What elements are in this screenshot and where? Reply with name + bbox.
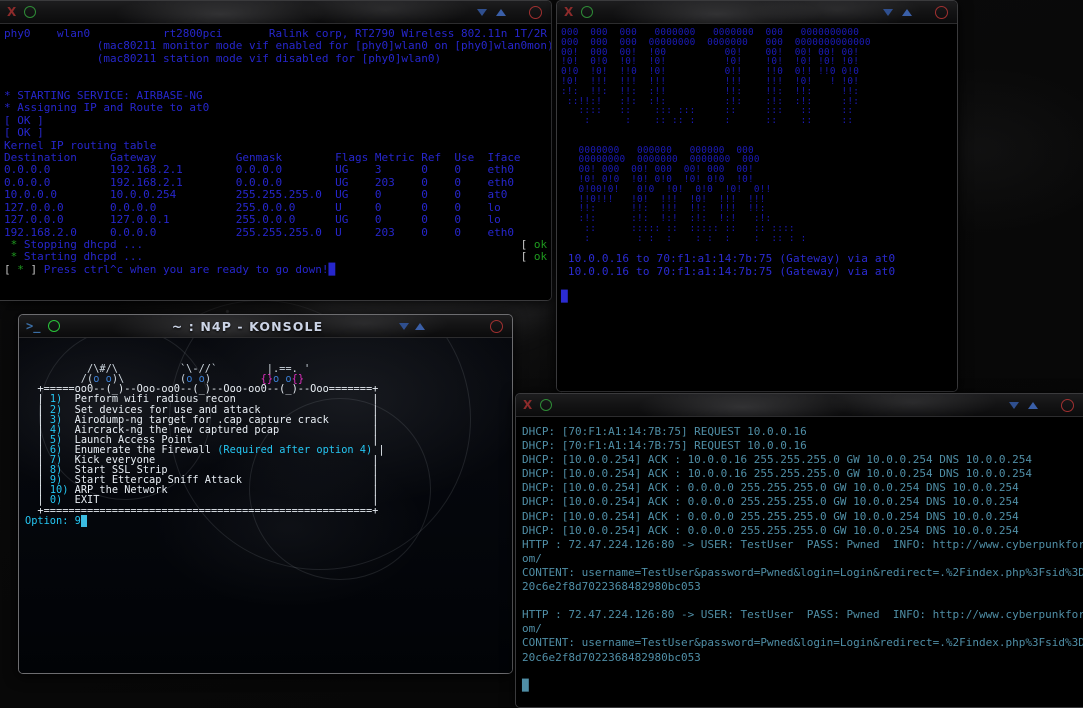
titlebar-network-shell[interactable]: X	[0, 1, 551, 24]
network-shell-output: phy0 wlan0 rt2800pci Ralink corp, RT2790…	[0, 24, 551, 300]
window-konsole[interactable]: >_ ~ : N4P - KONSOLE /\#/\ `\-//` |.==. …	[18, 314, 513, 674]
konsole-title-text: ~ : N4P - KONSOLE	[171, 318, 324, 334]
window-sniffer[interactable]: X DHCP: [70:F1:A1:14:7B:75] REQUEST 10.0…	[515, 393, 1083, 708]
ascii-art-output: 000 000 000 0000000 0000000 000 00000000…	[557, 24, 957, 391]
titlebar-right-icons	[1009, 394, 1074, 416]
sniffer-output: DHCP: [70:F1:A1:14:7B:75] REQUEST 10.0.0…	[516, 417, 1083, 707]
konsole-menu-output: /\#/\ `\-//` |.==. ' /(o o)\ (o o) {}o o…	[25, 363, 385, 527]
titlebar-right-icons	[883, 1, 948, 23]
window-title-sniffer	[516, 394, 1083, 416]
titlebar-right-icons	[477, 1, 542, 23]
triangle-down-icon[interactable]	[477, 8, 487, 16]
window-ascii-art[interactable]: X 000 000 000 0000000 0000000 000 000000…	[556, 0, 958, 392]
titlebar-sniffer[interactable]: X	[516, 394, 1083, 417]
window-title-network	[0, 1, 551, 23]
close-circle-icon[interactable]	[935, 5, 948, 19]
triangle-down-icon[interactable]	[1009, 401, 1019, 409]
close-circle-icon[interactable]	[1061, 398, 1074, 412]
triangle-down-icon[interactable]	[883, 8, 893, 16]
titlebar-ascii-art[interactable]: X	[557, 1, 957, 24]
window-network-shell[interactable]: X phy0 wlan0 rt2800pci Ralink corp, RT27…	[0, 0, 552, 301]
triangle-up-icon[interactable]	[415, 322, 425, 330]
konsole-body: /\#/\ `\-//` |.==. ' /(o o)\ (o o) {}o o…	[19, 338, 512, 673]
ascii-art-banner: 000 000 000 0000000 0000000 000 00000000…	[561, 27, 896, 304]
triangle-down-icon[interactable]	[399, 322, 409, 330]
triangle-up-icon[interactable]	[902, 8, 912, 16]
triangle-up-icon[interactable]	[496, 8, 506, 16]
sniffer-log-lines: DHCP: [70:F1:A1:14:7B:75] REQUEST 10.0.0…	[522, 425, 1083, 692]
titlebar-konsole[interactable]: >_ ~ : N4P - KONSOLE	[19, 315, 512, 338]
iface-info-block: phy0 wlan0 rt2800pci Ralink corp, RT2790…	[4, 27, 551, 276]
close-circle-icon[interactable]	[529, 5, 542, 19]
close-circle-icon[interactable]	[490, 319, 503, 333]
titlebar-right-icons	[399, 315, 503, 337]
triangle-up-icon[interactable]	[1028, 401, 1038, 409]
